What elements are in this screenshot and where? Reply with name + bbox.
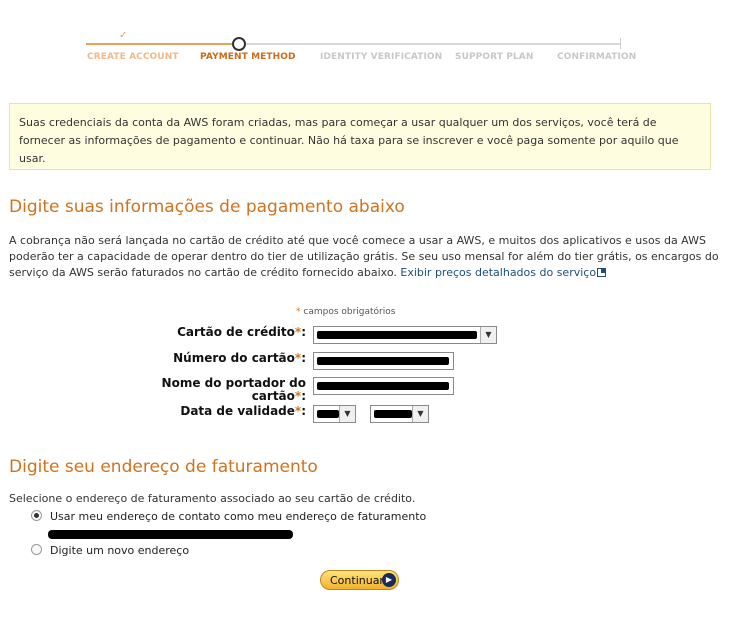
label-colon: : — [301, 404, 306, 418]
progress-end-tick — [620, 38, 621, 49]
payment-description: A cobrança não será lançada no cartão de… — [9, 233, 725, 281]
chevron-down-icon: ▼ — [339, 406, 355, 422]
card-number-input[interactable] — [313, 352, 454, 370]
step-confirmation: CONFIRMATION — [557, 52, 637, 62]
redacted-value — [317, 357, 449, 365]
step-support-plan: SUPPORT PLAN — [455, 52, 534, 62]
arrow-right-icon: ▶ — [382, 573, 396, 587]
required-asterisk: * — [296, 307, 301, 317]
card-type-label-text: Cartão de crédito — [177, 325, 295, 339]
billing-option-new-label: Digite um novo endereço — [50, 544, 190, 557]
billing-section-title: Digite seu endereço de faturamento — [9, 457, 318, 477]
required-fields-note: * campos obrigatórios — [296, 307, 395, 317]
expiry-date-label: Data de validade*: — [180, 405, 306, 418]
required-note-text: campos obrigatórios — [303, 307, 396, 317]
redacted-address — [48, 530, 293, 539]
radio-selected-icon[interactable] — [31, 510, 42, 521]
current-step-marker — [232, 37, 246, 51]
check-icon: ✓ — [119, 30, 128, 41]
billing-option-new[interactable]: Digite um novo endereço — [31, 544, 189, 557]
account-created-notice: Suas credenciais da conta da AWS foram c… — [9, 103, 711, 170]
redacted-value — [317, 410, 339, 418]
billing-description: Selecione o endereço de faturamento asso… — [9, 492, 416, 505]
card-type-label: Cartão de crédito*: — [177, 326, 306, 339]
payment-section-title: Digite suas informações de pagamento aba… — [9, 197, 405, 217]
chevron-down-icon: ▼ — [412, 406, 428, 422]
card-holder-label: Nome do portador do cartão*: — [162, 377, 306, 403]
card-holder-label-line2: cartão — [251, 389, 295, 403]
continue-button-label: Continuar — [330, 573, 384, 587]
label-colon: : — [301, 325, 306, 339]
expiry-date-label-text: Data de validade — [180, 404, 295, 418]
continue-button[interactable]: Continuar ▶ — [320, 570, 399, 590]
payment-description-text: A cobrança não será lançada no cartão de… — [9, 234, 719, 279]
card-type-select[interactable]: ▼ — [313, 326, 497, 344]
billing-option-contact-label: Usar meu endereço de contato como meu en… — [50, 510, 427, 523]
label-colon: : — [301, 351, 306, 365]
card-holder-input[interactable] — [313, 377, 454, 395]
redacted-value — [317, 331, 477, 339]
pricing-details-link[interactable]: Exibir preços detalhados do serviço — [400, 266, 596, 279]
step-create-account: CREATE ACCOUNT — [87, 52, 179, 62]
expiry-month-select[interactable]: ▼ — [313, 405, 356, 423]
radio-unselected-icon[interactable] — [31, 544, 42, 555]
expiry-year-select[interactable]: ▼ — [370, 405, 429, 423]
redacted-value — [374, 410, 412, 418]
step-identity-verification: IDENTITY VERIFICATION — [320, 52, 443, 62]
step-payment-method: PAYMENT METHOD — [200, 52, 296, 62]
redacted-value — [317, 382, 449, 390]
progress-track-completed — [86, 43, 236, 45]
signup-progress-tracker: ✓ CREATE ACCOUNT PAYMENT METHOD IDENTITY… — [86, 30, 636, 74]
card-number-label-text: Número do cartão — [173, 351, 295, 365]
label-colon: : — [301, 389, 306, 403]
card-number-label: Número do cartão*: — [173, 352, 306, 365]
billing-option-contact[interactable]: Usar meu endereço de contato como meu en… — [31, 510, 426, 523]
external-link-icon — [597, 268, 607, 277]
chevron-down-icon: ▼ — [480, 327, 496, 343]
